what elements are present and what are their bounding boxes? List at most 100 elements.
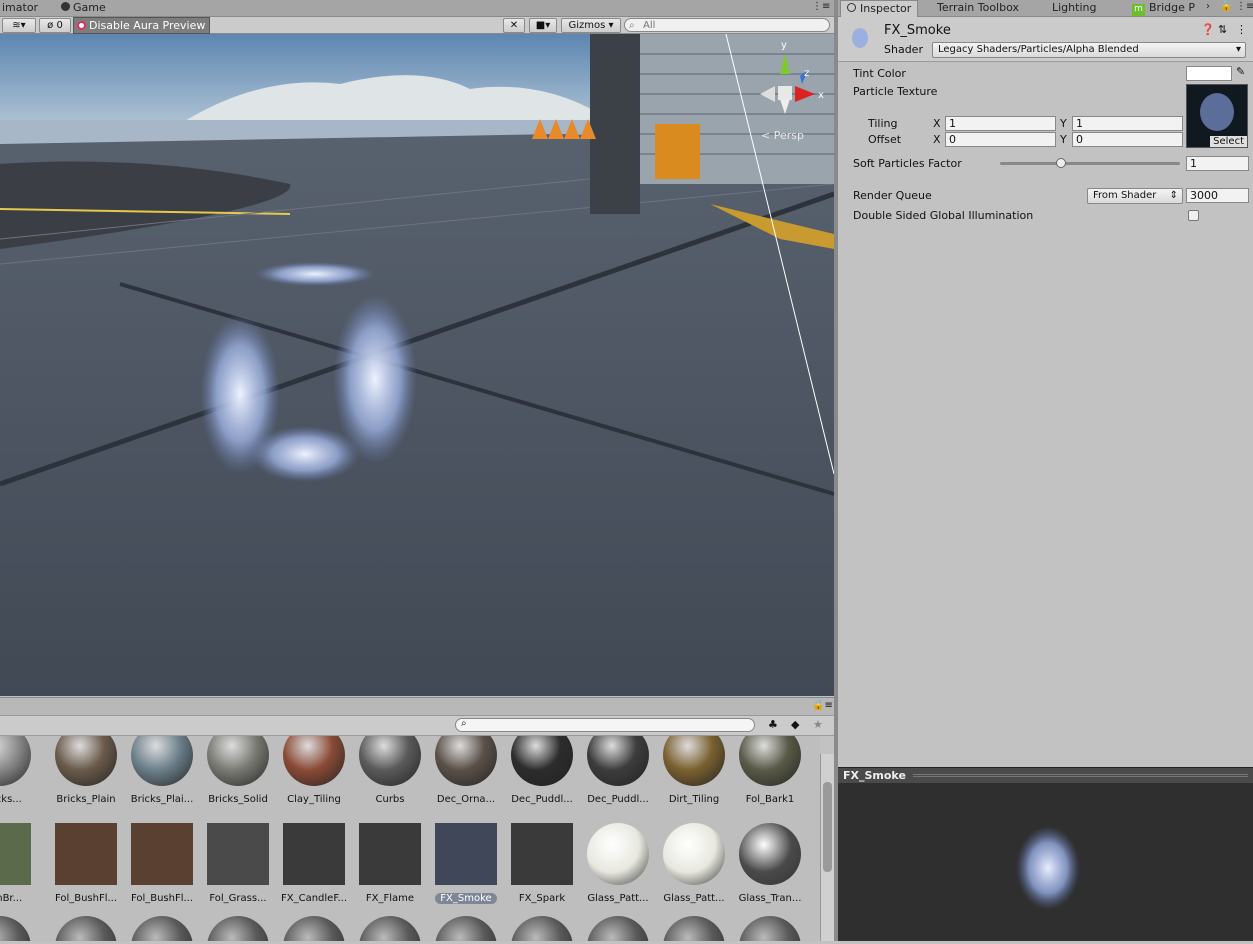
tiling-y-field[interactable]: 1 [1072, 116, 1183, 131]
soft-particles-value[interactable]: 1 [1186, 156, 1249, 171]
asset-item[interactable]: Fol_BushFl... [127, 823, 197, 904]
material-thumbnail[interactable] [663, 916, 725, 941]
double-sided-gi-checkbox[interactable] [1188, 210, 1199, 221]
asset-label: Glass_Tran... [738, 893, 802, 904]
material-thumbnail[interactable] [435, 916, 497, 941]
asset-item[interactable]: Fol_BushFl... [51, 823, 121, 904]
inspector-tab-strip: Inspector Terrain Toolbox Lighting m Brid… [838, 0, 1253, 17]
lock-icon[interactable]: 🔒≡ [812, 700, 833, 711]
asset-label: Curbs [375, 794, 405, 805]
offset-y-field[interactable]: 0 [1072, 132, 1183, 147]
asset-item[interactable]: Curbs [355, 736, 425, 805]
asset-item[interactable]: Glass_Patt... [583, 823, 653, 904]
material-thumbnail [55, 736, 117, 786]
filter-by-type-icon[interactable]: ♣ [768, 718, 778, 731]
material-thumbnail[interactable] [739, 916, 801, 941]
material-thumbnail[interactable] [207, 916, 269, 941]
asset-item[interactable]: Bricks_Plai... [127, 736, 197, 805]
asset-item[interactable]: Bricks_Plain [51, 736, 121, 805]
asset-item[interactable]: FX_Spark [507, 823, 577, 904]
tab-overflow-icon[interactable]: › [1206, 1, 1210, 12]
asset-item[interactable]: FX_Smoke [431, 823, 501, 904]
asset-label: Glass_Patt... [587, 893, 649, 904]
tab-animator[interactable]: imator [2, 1, 38, 14]
texture-select-button[interactable]: Select [1210, 136, 1247, 147]
preset-icon[interactable]: ⇅ [1218, 23, 1227, 36]
asset-item[interactable]: Dec_Puddl... [583, 736, 653, 805]
project-search-input[interactable]: ⌕ [455, 718, 755, 732]
material-thumbnail[interactable] [55, 916, 117, 941]
material-thumbnail [739, 823, 801, 885]
scene-search-input[interactable]: ⌕ All [624, 18, 830, 32]
context-menu-icon[interactable]: ⋮ [1236, 23, 1247, 36]
asset-label: Fol_Grass... [209, 893, 267, 904]
tab-game[interactable]: Game [61, 1, 106, 14]
panel-menu-icon[interactable]: ⋮≡ [1236, 1, 1253, 12]
material-thumbnail [131, 823, 193, 885]
material-thumbnail [359, 736, 421, 786]
lock-icon[interactable]: 🔒 [1220, 1, 1232, 12]
asset-item[interactable]: FX_CandleF... [279, 823, 349, 904]
gizmos-dropdown[interactable]: Gizmos ▾ [561, 18, 621, 33]
scrollbar-thumb[interactable] [823, 782, 832, 872]
layers-dropdown[interactable]: ≋▾ [2, 18, 36, 33]
eyedropper-icon[interactable]: ✎ [1236, 65, 1245, 78]
asset-item[interactable]: Dirt_Tiling [659, 736, 729, 805]
dropdown-arrow-icon: ▾ [1235, 44, 1241, 55]
render-queue-dropdown[interactable]: From Shader ⇕ [1087, 188, 1183, 204]
persp-label[interactable]: < Persp [761, 129, 804, 142]
offset-x-field[interactable]: 0 [945, 132, 1056, 147]
particle-texture-slot[interactable]: Select [1186, 84, 1248, 148]
shader-dropdown[interactable]: Legacy Shaders/Particles/Alpha Blended ▾ [932, 42, 1246, 58]
asset-label: FX_Flame [365, 893, 415, 904]
asset-label: Bricks_Plai... [130, 794, 194, 805]
material-preview[interactable] [838, 783, 1253, 941]
asset-item[interactable]: FX_Flame [355, 823, 425, 904]
asset-item[interactable]: Dec_Orna... [431, 736, 501, 805]
asset-item[interactable]: Dec_Puddl... [507, 736, 577, 805]
material-thumbnail[interactable] [511, 916, 573, 941]
material-thumbnail [131, 736, 193, 786]
material-thumbnail[interactable] [131, 916, 193, 941]
scene-view[interactable]: y z x < Persp [0, 34, 834, 696]
soft-particles-label: Soft Particles Factor [853, 157, 962, 170]
shader-label: Shader [884, 43, 923, 56]
preview-drag-handle[interactable] [913, 774, 1248, 777]
double-sided-gi-label: Double Sided Global Illumination [853, 209, 1034, 222]
asset-item[interactable]: Bricks_Solid [203, 736, 273, 805]
soft-particles-slider[interactable] [1000, 158, 1180, 168]
tint-color-swatch[interactable] [1186, 66, 1232, 81]
asset-item[interactable]: Glass_Tran... [735, 823, 805, 904]
tab-lighting[interactable]: Lighting [1052, 1, 1096, 14]
asset-item[interactable]: Fol_Bark1 [735, 736, 805, 805]
asset-item[interactable]: BushBr... [0, 823, 35, 904]
tab-terrain-toolbox[interactable]: Terrain Toolbox [937, 1, 1019, 14]
asset-item[interactable]: Fol_Grass... [203, 823, 273, 904]
info-icon [847, 3, 856, 12]
asset-label: Fol_BushFl... [54, 893, 118, 904]
help-icon[interactable]: ❓ [1201, 23, 1215, 36]
tiling-x-field[interactable]: 1 [945, 116, 1056, 131]
favorite-star-icon[interactable]: ★ [813, 718, 823, 731]
material-thumbnail [511, 823, 573, 885]
particle-texture-label: Particle Texture [853, 85, 938, 98]
asset-item[interactable]: Glass_Patt... [659, 823, 729, 904]
filter-by-label-icon[interactable]: ◆ [791, 718, 799, 731]
preview-header[interactable]: FX_Smoke [838, 767, 1253, 783]
tab-bridge[interactable]: m Bridge P [1132, 1, 1195, 16]
asset-item[interactable]: _Rocks... [0, 736, 35, 805]
panel-menu-icon[interactable]: ⋮≡ [812, 1, 830, 12]
material-thumbnail[interactable] [359, 916, 421, 941]
material-thumbnail[interactable] [283, 916, 345, 941]
camera-dropdown[interactable]: ■▾ [529, 18, 557, 33]
tab-inspector[interactable]: Inspector [840, 0, 919, 17]
asset-item[interactable]: Clay_Tiling [279, 736, 349, 805]
asset-label: Dec_Orna... [436, 794, 496, 805]
disable-aura-preview-button[interactable]: Disable Aura Preview [73, 17, 210, 34]
material-thumbnail[interactable] [0, 916, 31, 941]
hidden-objects-toggle[interactable]: ø 0 [39, 18, 71, 33]
project-scrollbar[interactable] [820, 754, 834, 941]
tools-icon[interactable]: ✕ [503, 18, 525, 33]
render-queue-value[interactable]: 3000 [1186, 188, 1249, 203]
material-thumbnail[interactable] [587, 916, 649, 941]
